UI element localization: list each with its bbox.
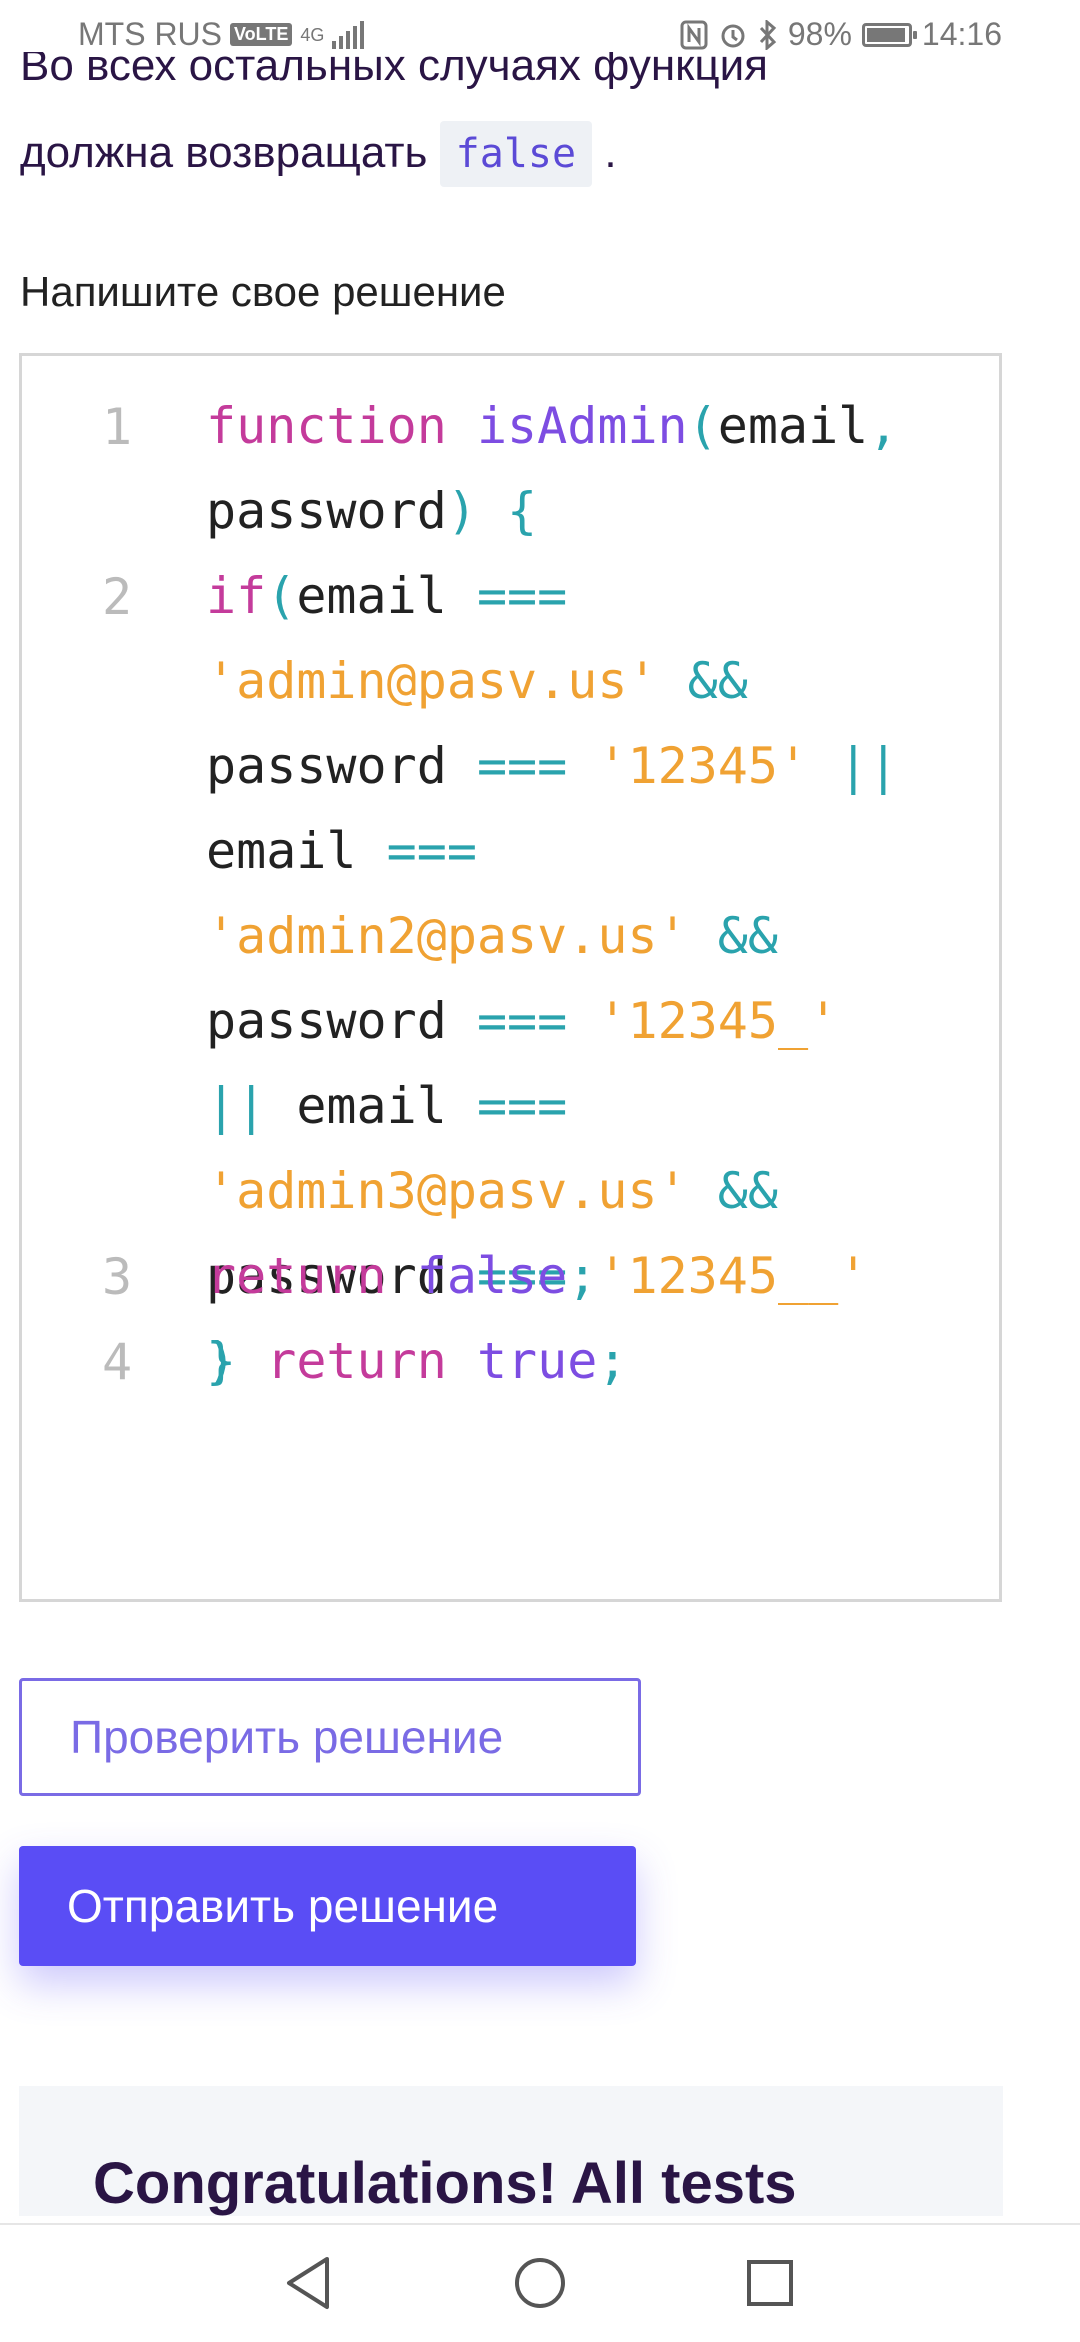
battery-percent: 98%: [787, 16, 852, 52]
volte-badge: VoLTE: [230, 23, 293, 46]
home-icon: [515, 2258, 565, 2308]
submit-solution-button[interactable]: Отправить решение: [19, 1846, 636, 1966]
line-number: 1: [101, 398, 133, 456]
back-button[interactable]: [278, 2253, 338, 2313]
task-line-2-prefix: должна возвращать: [20, 128, 428, 177]
home-button[interactable]: [510, 2253, 570, 2313]
inline-code-false: false: [439, 121, 593, 187]
task-line-1: Во всех остальных случаях функция: [20, 52, 768, 90]
system-nav-bar: [0, 2223, 1080, 2342]
result-panel: Congratulations! All tests: [19, 2086, 1003, 2216]
code-editor[interactable]: 1 function isAdmin(email, password) { 2 …: [19, 353, 1002, 1602]
code-line-1[interactable]: function isAdmin(email, password) {: [206, 384, 986, 554]
alarm-icon: [721, 24, 745, 47]
task-line-2-suffix: .: [604, 128, 617, 177]
task-line-1-clip: Во всех остальных случаях функция: [20, 52, 1020, 100]
recent-apps-icon: [747, 2260, 793, 2306]
signal-icon: [332, 20, 365, 49]
code-line-4[interactable]: }: [206, 1319, 986, 1404]
status-left: MTS RUS VoLTE 4G: [78, 16, 365, 53]
battery-icon: [861, 22, 917, 47]
status-right: 98% 14:16: [680, 16, 1002, 53]
line-number: 4: [101, 1333, 133, 1391]
line-number: 2: [101, 568, 133, 626]
carrier-name: MTS RUS: [78, 16, 222, 52]
clock: 14:16: [921, 16, 1002, 52]
result-message: Congratulations! All tests: [93, 2151, 797, 2216]
back-icon: [287, 2257, 329, 2309]
recent-apps-button[interactable]: [740, 2253, 800, 2313]
solution-label: Напишите свое решение: [20, 268, 506, 315]
code-line-3[interactable]: return false;: [206, 1234, 986, 1319]
task-line-2: должна возвращать false .: [20, 121, 617, 187]
check-solution-button[interactable]: Проверить решение: [19, 1678, 641, 1796]
network-type: 4G: [300, 24, 325, 45]
bluetooth-icon: [759, 19, 777, 50]
nfc-icon: [680, 20, 708, 49]
line-number: 3: [101, 1248, 133, 1306]
